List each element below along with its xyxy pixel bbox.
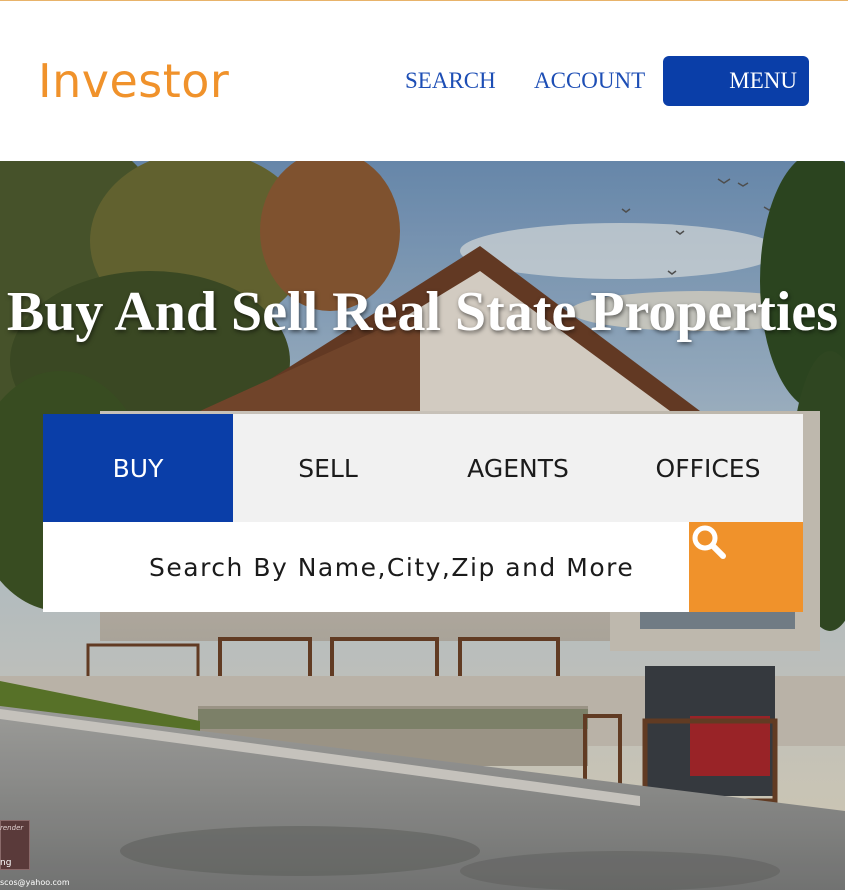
site-header: Investor SEARCH ACCOUNT MENU [0, 1, 848, 161]
watermark-line-1: render [0, 824, 24, 832]
hero-banner: Buy And Sell Real State Properties BUY S… [0, 161, 845, 890]
watermark-line-2: ng [0, 858, 12, 868]
tab-agents[interactable]: AGENTS [423, 414, 613, 522]
nav-search-link[interactable]: SEARCH [405, 67, 496, 95]
hero-title: Buy And Sell Real State Properties [6, 281, 839, 343]
search-input[interactable] [43, 522, 689, 612]
search-row [43, 522, 803, 612]
property-search-panel: BUY SELL AGENTS OFFICES [43, 414, 803, 612]
tab-buy[interactable]: BUY [43, 414, 233, 522]
search-button[interactable] [689, 522, 803, 612]
image-watermark: render ng scos@yahoo.com [0, 820, 90, 890]
search-icon [692, 525, 726, 559]
tab-offices[interactable]: OFFICES [613, 414, 803, 522]
nav-account-link[interactable]: ACCOUNT [534, 67, 645, 95]
search-tabs: BUY SELL AGENTS OFFICES [43, 414, 803, 522]
site-logo[interactable]: Investor [38, 53, 229, 109]
watermark-email: scos@yahoo.com [0, 878, 70, 887]
menu-button[interactable]: MENU [663, 56, 809, 106]
tab-sell[interactable]: SELL [233, 414, 423, 522]
